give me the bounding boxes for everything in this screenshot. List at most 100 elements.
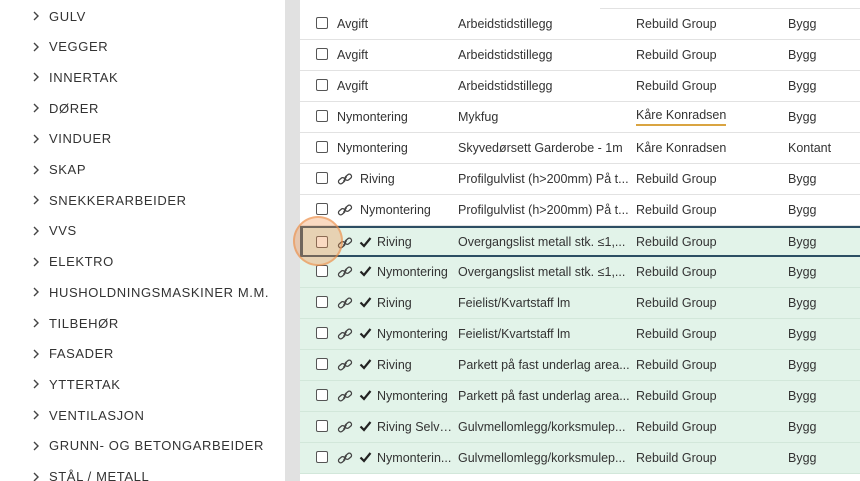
row-checkbox[interactable] bbox=[316, 172, 328, 184]
category-item[interactable]: INNERTAK bbox=[0, 62, 285, 92]
row-supplier: Rebuild Group bbox=[636, 17, 717, 31]
row-checkbox[interactable] bbox=[316, 17, 328, 29]
row-checkbox[interactable] bbox=[316, 110, 328, 122]
row-category: Kontant bbox=[788, 141, 832, 155]
category-item[interactable]: GULV bbox=[0, 1, 285, 31]
chevron-right-icon[interactable] bbox=[31, 225, 41, 237]
row-type: Riving Selvk... bbox=[377, 420, 455, 434]
row-selection-bar bbox=[300, 228, 303, 255]
chevron-right-icon[interactable] bbox=[31, 378, 41, 390]
row-checkbox[interactable] bbox=[316, 141, 328, 153]
row-checkbox[interactable] bbox=[316, 265, 328, 277]
row-type: Riving bbox=[377, 234, 412, 249]
category-item[interactable]: ELEKTRO bbox=[0, 247, 285, 277]
category-item[interactable]: HUSHOLDNINGSMASKINER M.M. bbox=[0, 277, 285, 307]
chevron-right-icon[interactable] bbox=[31, 133, 41, 145]
chevron-right-icon[interactable] bbox=[31, 286, 41, 298]
row-checkbox[interactable] bbox=[316, 236, 328, 248]
table-row[interactable]: Avgift Arbeidstidstillegg Rebuild Group Byg… bbox=[300, 40, 860, 71]
row-checkbox[interactable] bbox=[316, 296, 328, 308]
table-header-edge bbox=[600, 0, 860, 9]
category-label: HUSHOLDNINGSMASKINER M.M. bbox=[49, 284, 270, 300]
row-description: Parkett på fast underlag area... bbox=[458, 358, 630, 372]
table-row[interactable]: Nymontering Feielist/Kvartstaff lm Rebuild… bbox=[300, 319, 860, 350]
row-checkbox[interactable] bbox=[316, 48, 328, 60]
row-type: Avgift bbox=[337, 48, 369, 62]
category-item[interactable]: VENTILASJON bbox=[0, 400, 285, 430]
table-row[interactable]: Nymontering Mykfug Kåre Konradsen Bygg bbox=[300, 102, 860, 133]
category-item[interactable]: STÅL / METALL bbox=[0, 462, 285, 481]
category-item[interactable]: TILBEHØR bbox=[0, 308, 285, 338]
category-label: DØRER bbox=[49, 100, 99, 116]
chevron-right-icon[interactable] bbox=[31, 102, 41, 114]
category-item[interactable]: SKAP bbox=[0, 155, 285, 185]
row-type: Riving bbox=[377, 296, 412, 310]
row-checkbox[interactable] bbox=[316, 79, 328, 91]
table-row[interactable]: Nymontering Overgangslist metall stk. ≤1,… bbox=[300, 257, 860, 288]
table-row[interactable]: Riving Profilgulvlist (h>200mm) På t... Re… bbox=[300, 164, 860, 195]
table-row[interactable]: Nymonterin... Gulvmellomlegg/korksmulep..… bbox=[300, 443, 860, 474]
row-type: Nymontering bbox=[360, 203, 431, 217]
row-checkbox[interactable] bbox=[316, 389, 328, 401]
chevron-right-icon[interactable] bbox=[31, 348, 41, 360]
chevron-right-icon[interactable] bbox=[31, 10, 41, 22]
chevron-right-icon[interactable] bbox=[31, 194, 41, 206]
table-row[interactable]: Riving Overgangslist metall stk. ≤1,... Re… bbox=[300, 226, 860, 257]
category-panel: GULV VEGGER INNERTAK DØRER VINDUER SKAP SNEKKE… bbox=[0, 0, 285, 481]
row-checkbox[interactable] bbox=[316, 203, 328, 215]
category-label: INNERTAK bbox=[49, 69, 119, 85]
chevron-right-icon[interactable] bbox=[31, 41, 41, 53]
row-supplier: Rebuild Group bbox=[636, 79, 717, 93]
category-item[interactable]: SNEKKERARBEIDER bbox=[0, 185, 285, 215]
chevron-right-icon[interactable] bbox=[31, 409, 41, 421]
chevron-right-icon[interactable] bbox=[31, 71, 41, 83]
category-item[interactable]: FASADER bbox=[0, 339, 285, 369]
row-category: Bygg bbox=[788, 358, 817, 372]
chevron-right-icon[interactable] bbox=[31, 440, 41, 452]
category-label: SKAP bbox=[49, 162, 87, 177]
category-item[interactable]: GRUNN- OG BETONGARBEIDER bbox=[0, 431, 285, 461]
row-category: Bygg bbox=[788, 389, 817, 403]
chevron-right-icon[interactable] bbox=[31, 317, 41, 329]
row-checkbox[interactable] bbox=[316, 358, 328, 370]
table-row[interactable]: Nymontering Profilgulvlist (h>200mm) På t… bbox=[300, 195, 860, 226]
link-icon bbox=[337, 266, 353, 278]
category-item[interactable]: YTTERTAK bbox=[0, 369, 285, 399]
table-row[interactable]: Riving Parkett på fast underlag area... Re… bbox=[300, 350, 860, 381]
row-category: Bygg bbox=[788, 296, 817, 310]
row-category: Bygg bbox=[788, 451, 817, 465]
chevron-right-icon[interactable] bbox=[31, 471, 41, 481]
check-icon bbox=[359, 266, 372, 277]
table-row[interactable]: Avgift Arbeidstidstillegg Rebuild Group Byg… bbox=[300, 9, 860, 40]
row-type: Nymontering bbox=[377, 327, 448, 341]
category-item[interactable]: VINDUER bbox=[0, 124, 285, 154]
category-item[interactable]: DØRER bbox=[0, 93, 285, 123]
row-checkbox[interactable] bbox=[316, 420, 328, 432]
row-description: Feielist/Kvartstaff lm bbox=[458, 296, 571, 310]
table-row[interactable]: Riving Feielist/Kvartstaff lm Rebuild Grou… bbox=[300, 288, 860, 319]
table-row[interactable]: Riving Selvk... Gulvmellomlegg/korksmulep… bbox=[300, 412, 860, 443]
row-supplier: Rebuild Group bbox=[636, 172, 717, 186]
row-supplier: Rebuild Group bbox=[636, 327, 717, 341]
items-table: Avgift Arbeidstidstillegg Rebuild Group Byg… bbox=[300, 0, 860, 481]
row-checkbox[interactable] bbox=[316, 327, 328, 339]
row-type: Nymontering bbox=[337, 110, 408, 124]
row-category: Bygg bbox=[788, 420, 817, 434]
chevron-right-icon[interactable] bbox=[31, 164, 41, 176]
category-label: VVS bbox=[49, 223, 77, 239]
panel-divider bbox=[285, 0, 300, 481]
row-description: Overgangslist metall stk. ≤1,... bbox=[458, 265, 626, 279]
chevron-right-icon[interactable] bbox=[31, 256, 41, 268]
category-label: VINDUER bbox=[49, 131, 112, 147]
table-row[interactable]: Nymontering Parkett på fast underlag area… bbox=[300, 381, 860, 412]
category-item[interactable]: VEGGER bbox=[0, 32, 285, 62]
row-type: Nymontering bbox=[337, 141, 408, 155]
table-row[interactable]: Nymontering Skyvedørsett Garderobe - 1m Kå… bbox=[300, 133, 860, 164]
category-item[interactable]: VVS bbox=[0, 216, 285, 246]
row-description: Arbeidstidstillegg bbox=[458, 48, 553, 62]
row-category: Bygg bbox=[788, 79, 817, 93]
row-category: Bygg bbox=[788, 234, 817, 249]
row-type: Riving bbox=[377, 358, 412, 372]
row-checkbox[interactable] bbox=[316, 451, 328, 463]
table-row[interactable]: Avgift Arbeidstidstillegg Rebuild Group Byg… bbox=[300, 71, 860, 102]
